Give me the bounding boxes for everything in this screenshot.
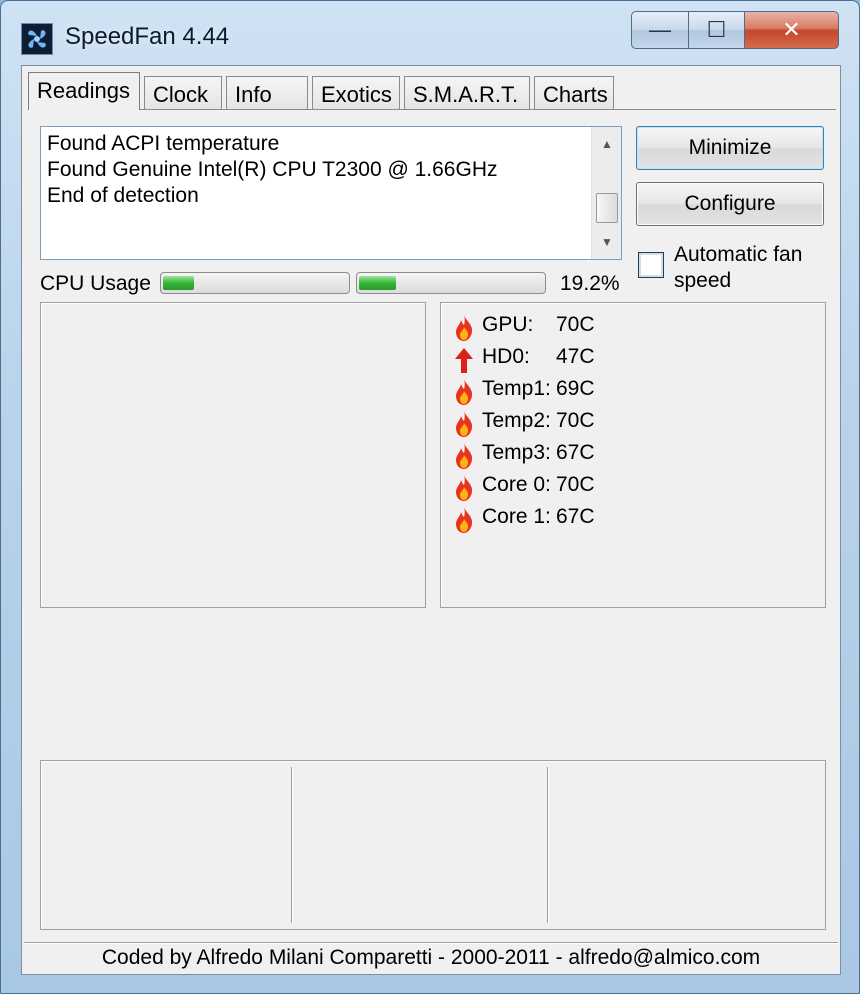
reading-name: Temp2: (482, 409, 551, 432)
scroll-up-arrow-icon[interactable]: ▲ (592, 131, 622, 157)
reading-value: 70C (556, 409, 595, 432)
log-line: Found ACPI temperature (47, 132, 280, 155)
tab-readings[interactable]: Readings (28, 72, 140, 110)
tab-strip: Readings Clock Info Exotics S.M.A.R.T. C… (28, 72, 836, 110)
cpu-usage-percent: 19.2% (560, 272, 620, 295)
fan-speeds-panel (40, 302, 426, 608)
minimize-icon: — (649, 17, 671, 42)
reading-name: Core 0: (482, 473, 551, 496)
speedfan-fan-icon[interactable] (21, 23, 53, 55)
reading-name: GPU: (482, 313, 534, 336)
title-bar[interactable]: SpeedFan 4.44 — ☐ ✕ (1, 1, 859, 63)
automatic-fan-speed-checkbox[interactable] (638, 252, 664, 278)
tab-info[interactable]: Info (226, 76, 308, 110)
reading-row: Temp2: 70C (452, 406, 622, 438)
cpu-usage-bar-core1 (356, 272, 546, 294)
reading-row: Core 1: 67C (452, 502, 622, 534)
reading-value: 47C (556, 345, 595, 368)
tab-divider (28, 109, 836, 110)
window-title: SpeedFan 4.44 (65, 23, 230, 50)
flame-icon (452, 410, 476, 438)
reading-row: Temp3: 67C (452, 438, 622, 470)
log-scrollbar[interactable]: ▲ ▼ (591, 127, 621, 259)
detection-log[interactable]: Found ACPI temperature Found Genuine Int… (40, 126, 622, 260)
panel-divider (291, 767, 293, 923)
arrow-up-icon (452, 346, 476, 374)
scroll-thumb[interactable] (596, 193, 618, 223)
cpu-usage-fill (359, 276, 396, 290)
flame-icon (452, 442, 476, 470)
minimize-window-button[interactable]: — (631, 11, 689, 49)
automatic-fan-speed-label[interactable]: Automatic fan speed (674, 242, 834, 294)
log-line: End of detection (47, 184, 199, 207)
reading-name: Core 1: (482, 505, 551, 528)
close-icon: ✕ (782, 17, 801, 42)
cpu-usage-bar-core0 (160, 272, 350, 294)
tab-charts[interactable]: Charts (534, 76, 614, 110)
panel-divider (547, 767, 549, 923)
reading-row: GPU: 70C (452, 310, 622, 342)
tab-smart[interactable]: S.M.A.R.T. (404, 76, 530, 110)
reading-value: 70C (556, 313, 595, 336)
reading-name: Temp3: (482, 441, 551, 464)
log-line: Found Genuine Intel(R) CPU T2300 @ 1.66G… (47, 158, 498, 181)
maximize-window-button[interactable]: ☐ (689, 11, 745, 49)
reading-row: Core 0: 70C (452, 470, 622, 502)
temperature-readings: GPU: 70C HD0: 47C Temp1: 69C Temp2: 70C Temp… (452, 310, 622, 534)
flame-icon (452, 506, 476, 534)
log-lines: Found ACPI temperature Found Genuine Int… (47, 131, 498, 209)
flame-icon (452, 314, 476, 342)
maximize-icon: ☐ (706, 17, 727, 42)
configure-button[interactable]: Configure (636, 182, 824, 226)
reading-value: 67C (556, 505, 595, 528)
reading-name: Temp1: (482, 377, 551, 400)
tab-exotics[interactable]: Exotics (312, 76, 400, 110)
reading-value: 67C (556, 441, 595, 464)
reading-name: HD0: (482, 345, 530, 368)
caption-buttons: — ☐ ✕ (631, 11, 839, 49)
cpu-usage-label: CPU Usage (40, 272, 151, 295)
reading-value: 70C (556, 473, 595, 496)
voltages-panel (40, 760, 826, 930)
client-area: Readings Clock Info Exotics S.M.A.R.T. C… (21, 65, 841, 975)
reading-value: 69C (556, 377, 595, 400)
cpu-usage-fill (163, 276, 194, 290)
flame-icon (452, 378, 476, 406)
speedfan-window: SpeedFan 4.44 — ☐ ✕ Readings Clock Info … (0, 0, 860, 994)
scroll-down-arrow-icon[interactable]: ▼ (592, 229, 622, 255)
flame-icon (452, 474, 476, 502)
close-window-button[interactable]: ✕ (745, 11, 839, 49)
reading-row: HD0: 47C (452, 342, 622, 374)
tab-clock[interactable]: Clock (144, 76, 222, 110)
minimize-button[interactable]: Minimize (636, 126, 824, 170)
reading-row: Temp1: 69C (452, 374, 622, 406)
status-bar: Coded by Alfredo Milani Comparetti - 200… (24, 942, 838, 972)
